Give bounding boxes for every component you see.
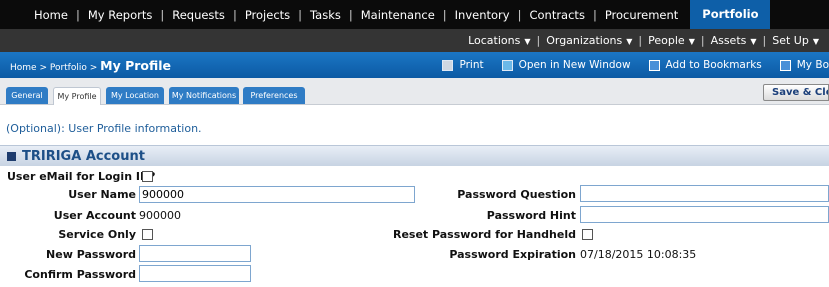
top-navigation: Home | My Reports | Requests | Projects … xyxy=(0,0,829,29)
subnav-organizations[interactable]: Organizations ▼ xyxy=(540,34,638,47)
subnav-organizations-label: Organizations xyxy=(546,34,623,47)
reset-password-handheld-checkbox[interactable] xyxy=(582,229,593,240)
bookmark-add-icon xyxy=(648,59,660,71)
print-label: Print xyxy=(459,59,484,71)
bookmark-icon xyxy=(779,59,791,71)
new-window-icon xyxy=(501,59,513,71)
tab-my-notifications[interactable]: My Notifications xyxy=(169,87,239,104)
chevron-down-icon: ▼ xyxy=(626,37,633,46)
nav-my-reports[interactable]: My Reports xyxy=(80,8,161,22)
section-header[interactable]: TRIRIGA Account xyxy=(0,145,829,166)
user-account-value: 900000 xyxy=(139,209,181,222)
email-login-checkbox[interactable] xyxy=(142,171,153,182)
nav-contracts[interactable]: Contracts xyxy=(521,8,592,22)
open-window-label: Open in New Window xyxy=(518,59,631,71)
password-hint-input[interactable] xyxy=(580,206,829,223)
tab-my-profile[interactable]: My Profile xyxy=(53,87,101,105)
subnav-locations-label: Locations xyxy=(468,34,521,47)
user-account-label: User Account xyxy=(53,209,136,222)
nav-tasks[interactable]: Tasks xyxy=(302,8,349,22)
subnav-setup-label: Set Up xyxy=(772,34,809,47)
print-button[interactable]: Print xyxy=(442,59,484,71)
confirm-password-label: Confirm Password xyxy=(24,268,136,281)
tab-general[interactable]: General xyxy=(6,87,48,104)
nav-inventory[interactable]: Inventory xyxy=(447,8,518,22)
printer-icon xyxy=(442,59,454,71)
tab-row: General My Profile My Location My Notifi… xyxy=(0,78,829,105)
nav-home[interactable]: Home xyxy=(26,8,76,22)
password-expiration-value: 07/18/2015 10:08:35 xyxy=(580,248,697,261)
chevron-down-icon: ▼ xyxy=(688,37,695,46)
bookmarks-label: Add to Bookmarks xyxy=(665,59,762,71)
save-close-button[interactable]: Save & Clos xyxy=(763,84,829,101)
tab-preferences[interactable]: Preferences xyxy=(243,87,305,104)
subnav-people[interactable]: People ▼ xyxy=(642,34,701,47)
add-bookmarks-button[interactable]: Add to Bookmarks xyxy=(648,59,762,71)
nav-requests[interactable]: Requests xyxy=(164,8,233,22)
user-name-label: User Name xyxy=(68,188,136,201)
optional-info-text: (Optional): User Profile information. xyxy=(6,122,202,135)
sub-navigation: Locations ▼ | Organizations ▼ | People ▼ | … xyxy=(0,29,829,52)
confirm-password-input[interactable] xyxy=(139,265,251,282)
title-toolbar: Print Open in New Window Add to Bookmark… xyxy=(424,52,829,78)
chevron-down-icon: ▼ xyxy=(524,37,531,46)
password-question-label: Password Question xyxy=(457,188,576,201)
nav-maintenance[interactable]: Maintenance xyxy=(353,8,443,22)
breadcrumb-path: Home > Portfolio > xyxy=(10,62,101,73)
service-only-label: Service Only xyxy=(58,228,136,241)
my-bookmarks-label: My Bo xyxy=(796,59,829,71)
new-password-input[interactable] xyxy=(139,245,251,262)
collapse-icon[interactable] xyxy=(7,151,16,161)
chevron-down-icon: ▼ xyxy=(812,37,819,46)
user-name-input[interactable]: 900000 xyxy=(139,186,415,203)
nav-projects[interactable]: Projects xyxy=(237,8,298,22)
page-title: My Profile xyxy=(100,57,172,73)
subnav-assets-label: Assets xyxy=(710,34,747,47)
password-expiration-label: Password Expiration xyxy=(449,248,576,261)
title-bar: Home > Portfolio > My Profile Print Open… xyxy=(0,52,829,78)
tab-my-location[interactable]: My Location xyxy=(106,87,164,104)
subnav-locations[interactable]: Locations ▼ xyxy=(462,34,536,47)
reset-password-handheld-label: Reset Password for Handheld xyxy=(392,228,576,241)
subnav-setup[interactable]: Set Up ▼ xyxy=(766,34,825,47)
email-login-label: User eMail for Login ID? xyxy=(7,170,156,183)
subnav-assets[interactable]: Assets ▼ xyxy=(705,34,763,47)
nav-procurement[interactable]: Procurement xyxy=(597,8,686,22)
nav-portfolio[interactable]: Portfolio xyxy=(690,0,771,29)
breadcrumb: Home > Portfolio > My Profile xyxy=(10,58,171,73)
new-password-label: New Password xyxy=(46,248,136,261)
subnav-people-label: People xyxy=(648,34,685,47)
password-question-input[interactable] xyxy=(580,185,829,202)
my-bookmarks-button[interactable]: My Bo xyxy=(779,59,829,71)
password-hint-label: Password Hint xyxy=(486,209,576,222)
open-new-window-button[interactable]: Open in New Window xyxy=(501,59,631,71)
chevron-down-icon: ▼ xyxy=(750,37,757,46)
service-only-checkbox[interactable] xyxy=(142,229,153,240)
section-title: TRIRIGA Account xyxy=(22,148,145,164)
